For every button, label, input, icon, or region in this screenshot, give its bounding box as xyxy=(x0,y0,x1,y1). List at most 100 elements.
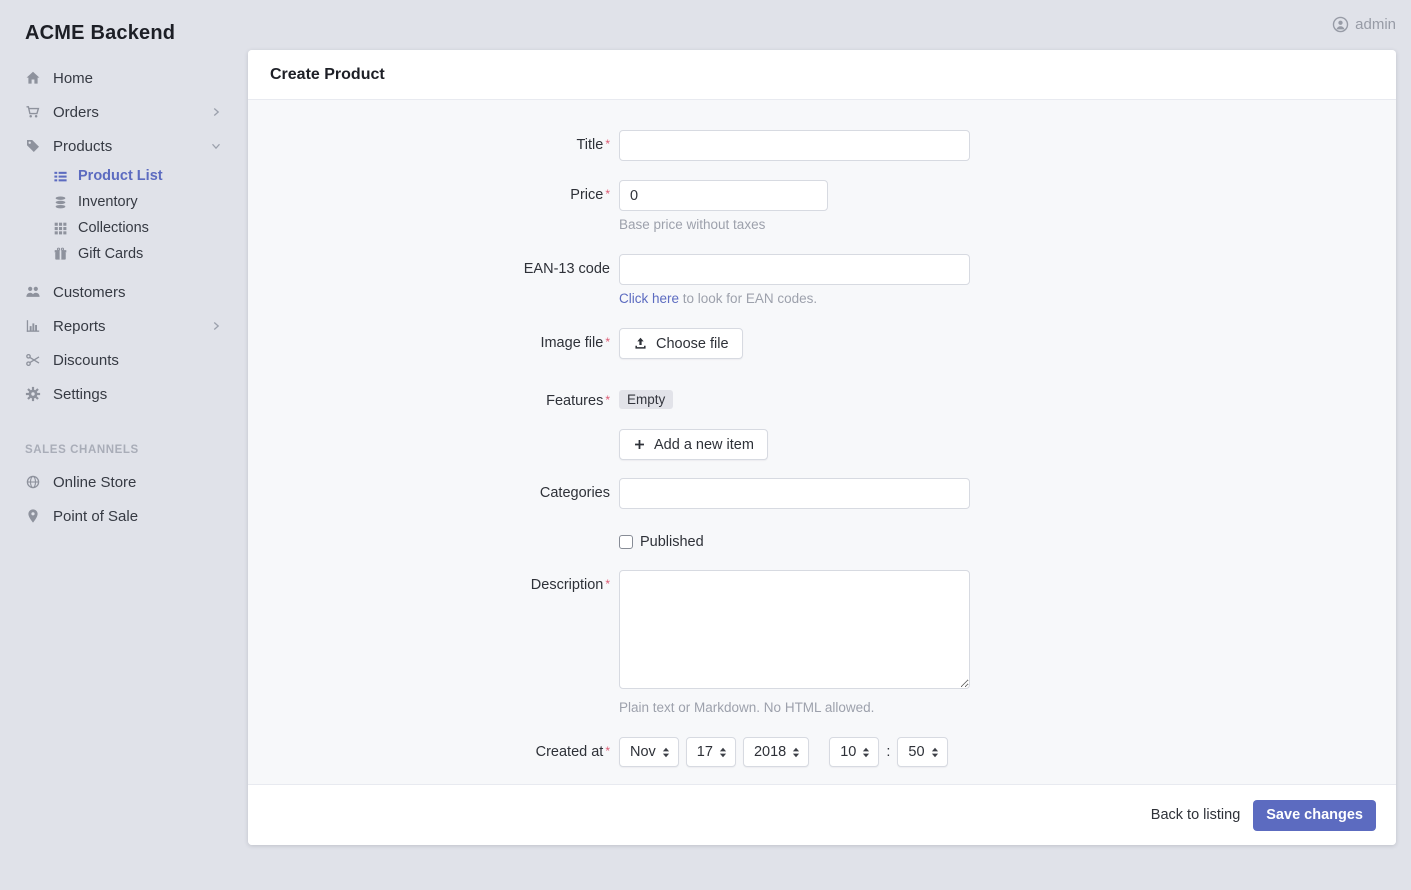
user-name: admin xyxy=(1355,16,1396,33)
price-help-text: Base price without taxes xyxy=(619,217,828,232)
select-arrows-icon xyxy=(792,747,800,758)
sidebar-item-label: Collections xyxy=(78,220,149,236)
required-asterisk: * xyxy=(605,187,610,201)
gift-icon xyxy=(53,247,68,262)
user-avatar-icon xyxy=(1332,16,1349,33)
add-new-item-button[interactable]: Add a new item xyxy=(619,429,768,460)
sidebar-nav: Home Orders Products xyxy=(0,61,248,533)
image-file-row: Image file* Choose file xyxy=(248,328,1376,359)
select-arrows-icon xyxy=(862,747,870,758)
ean-row: EAN-13 code Click here to look for EAN c… xyxy=(248,254,1376,306)
plus-icon xyxy=(633,438,646,451)
sidebar-item-online-store[interactable]: Online Store xyxy=(0,465,248,499)
sidebar-item-product-list[interactable]: Product List xyxy=(0,163,248,189)
card-header: Create Product xyxy=(248,50,1396,100)
sidebar-item-label: Point of Sale xyxy=(53,508,138,525)
create-product-card: Create Product Title* Price* Base price … xyxy=(248,50,1396,845)
hour-select[interactable]: 10 xyxy=(829,737,879,767)
grid-icon xyxy=(53,221,68,236)
sidebar-item-home[interactable]: Home xyxy=(0,61,248,95)
sidebar-item-label: Orders xyxy=(53,104,99,121)
globe-icon xyxy=(25,474,41,490)
brand-title: ACME Backend xyxy=(0,14,248,61)
page-title: Create Product xyxy=(270,66,385,84)
cart-icon xyxy=(25,104,41,120)
features-label: Features* xyxy=(248,386,610,409)
title-input[interactable] xyxy=(619,130,970,161)
save-changes-button[interactable]: Save changes xyxy=(1253,800,1376,831)
bar-chart-icon xyxy=(25,318,41,334)
sidebar-item-label: Products xyxy=(53,138,112,155)
sidebar-item-settings[interactable]: Settings xyxy=(0,377,248,411)
title-row: Title* xyxy=(248,130,1376,161)
chevron-right-icon xyxy=(209,105,223,119)
sidebar-item-label: Gift Cards xyxy=(78,246,143,262)
sales-channels-header: SALES CHANNELS xyxy=(0,435,248,465)
sidebar-item-label: Home xyxy=(53,70,93,87)
required-asterisk: * xyxy=(605,137,610,151)
description-row: Description* Plain text or Markdown. No … xyxy=(248,570,1376,715)
month-select[interactable]: Nov xyxy=(619,737,679,767)
description-textarea[interactable] xyxy=(619,570,970,689)
price-row: Price* Base price without taxes xyxy=(248,180,1376,232)
chevron-down-icon xyxy=(209,139,223,153)
required-asterisk: * xyxy=(605,744,610,758)
sidebar-item-point-of-sale[interactable]: Point of Sale xyxy=(0,499,248,533)
features-row: Features* Empty Add a new item xyxy=(248,386,1376,460)
image-file-label: Image file* xyxy=(248,328,610,351)
categories-input[interactable] xyxy=(619,478,970,509)
created-at-label: Created at* xyxy=(248,737,610,760)
required-asterisk: * xyxy=(605,577,610,591)
choose-file-button[interactable]: Choose file xyxy=(619,328,743,359)
required-asterisk: * xyxy=(605,335,610,349)
select-arrows-icon xyxy=(719,747,727,758)
published-spacer xyxy=(248,532,610,539)
scissors-icon xyxy=(25,352,41,368)
description-label: Description* xyxy=(248,570,610,593)
categories-row: Categories xyxy=(248,478,1376,509)
user-menu[interactable]: admin xyxy=(1332,16,1396,33)
select-arrows-icon xyxy=(931,747,939,758)
sidebar-item-gift-cards[interactable]: Gift Cards xyxy=(0,241,248,267)
list-icon xyxy=(53,169,68,184)
select-arrows-icon xyxy=(662,747,670,758)
ean-lookup-link[interactable]: Click here xyxy=(619,291,679,306)
home-icon xyxy=(25,70,41,86)
sidebar-item-customers[interactable]: Customers xyxy=(0,275,248,309)
create-product-form: Title* Price* Base price without taxes E… xyxy=(248,100,1396,784)
tag-icon xyxy=(25,138,41,154)
products-subnav: Product List Inventory Collections Gift … xyxy=(0,163,248,267)
chevron-right-icon xyxy=(209,319,223,333)
year-select[interactable]: 2018 xyxy=(743,737,809,767)
ean-input[interactable] xyxy=(619,254,970,285)
published-label[interactable]: Published xyxy=(640,534,704,550)
users-icon xyxy=(25,284,41,300)
price-label: Price* xyxy=(248,180,610,203)
sidebar-item-label: Customers xyxy=(53,284,126,301)
sidebar-item-label: Online Store xyxy=(53,474,136,491)
ean-help-text: Click here to look for EAN codes. xyxy=(619,291,970,306)
day-select[interactable]: 17 xyxy=(686,737,736,767)
time-separator: : xyxy=(886,744,890,760)
gear-icon xyxy=(25,386,41,402)
sidebar-item-label: Discounts xyxy=(53,352,119,369)
sidebar-item-discounts[interactable]: Discounts xyxy=(0,343,248,377)
sidebar-item-products[interactable]: Products xyxy=(0,129,248,163)
sidebar-item-label: Inventory xyxy=(78,194,138,210)
ean-label: EAN-13 code xyxy=(248,254,610,277)
published-row: Published xyxy=(248,532,1376,550)
sidebar-item-reports[interactable]: Reports xyxy=(0,309,248,343)
stack-icon xyxy=(53,195,68,210)
published-checkbox[interactable] xyxy=(619,535,633,549)
price-input[interactable] xyxy=(619,180,828,211)
sidebar-item-label: Settings xyxy=(53,386,107,403)
sidebar-item-collections[interactable]: Collections xyxy=(0,215,248,241)
required-asterisk: * xyxy=(605,393,610,407)
categories-label: Categories xyxy=(248,478,610,501)
back-to-listing-link[interactable]: Back to listing xyxy=(1151,807,1240,823)
minute-select[interactable]: 50 xyxy=(897,737,947,767)
sidebar-item-orders[interactable]: Orders xyxy=(0,95,248,129)
map-pin-icon xyxy=(25,508,41,524)
title-label: Title* xyxy=(248,130,610,153)
sidebar-item-inventory[interactable]: Inventory xyxy=(0,189,248,215)
